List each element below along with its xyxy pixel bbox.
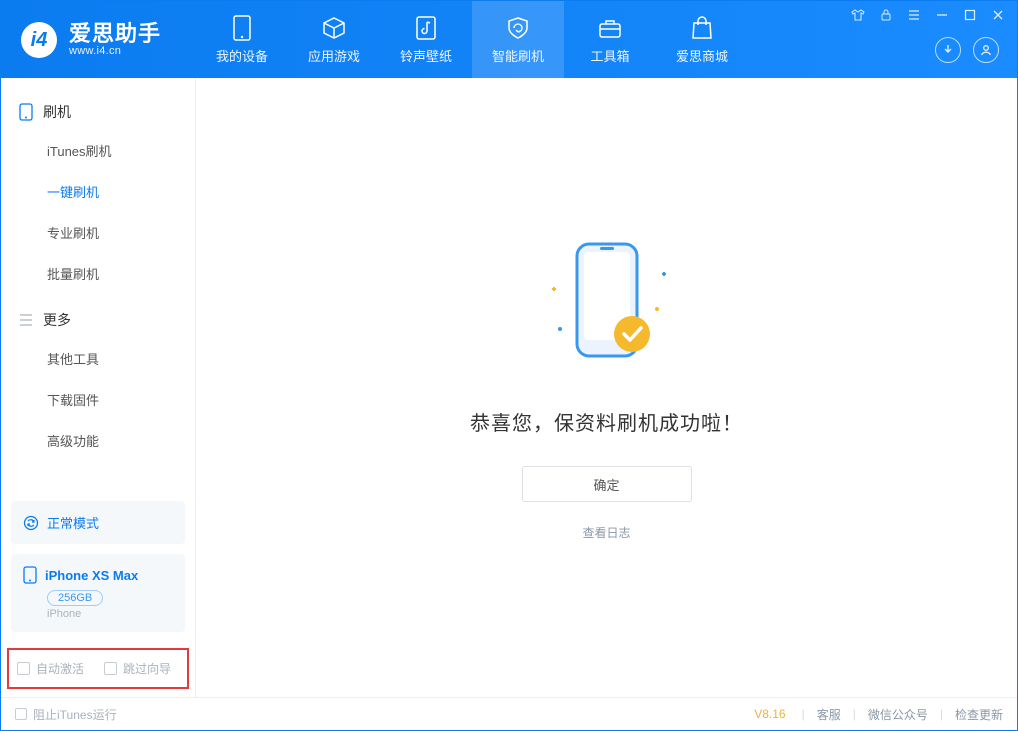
sidebar-item-download-firmware[interactable]: 下载固件 bbox=[1, 379, 195, 420]
sidebar-item-batch-flash[interactable]: 批量刷机 bbox=[1, 253, 195, 294]
sidebar-section-flash: 刷机 bbox=[1, 92, 195, 130]
nav-label: 铃声壁纸 bbox=[400, 46, 452, 65]
svg-text:i4: i4 bbox=[31, 29, 48, 51]
shirt-icon[interactable] bbox=[847, 6, 869, 24]
phone-icon bbox=[19, 103, 33, 121]
sidebar: 刷机 iTunes刷机 一键刷机 专业刷机 批量刷机 更多 其他工具 下载固件 … bbox=[1, 78, 196, 697]
sidebar-panels: 正常模式 iPhone XS Max 256GB iPhone bbox=[1, 491, 195, 642]
body: 刷机 iTunes刷机 一键刷机 专业刷机 批量刷机 更多 其他工具 下载固件 … bbox=[1, 78, 1017, 697]
view-log-link[interactable]: 查看日志 bbox=[582, 524, 630, 541]
sidebar-item-advanced[interactable]: 高级功能 bbox=[1, 420, 195, 461]
checkbox-label: 自动激活 bbox=[36, 660, 84, 677]
device-name: iPhone XS Max bbox=[45, 568, 138, 583]
shopping-bag-icon bbox=[691, 15, 713, 41]
sidebar-item-oneclick-flash[interactable]: 一键刷机 bbox=[1, 171, 195, 212]
checkbox-icon bbox=[15, 708, 27, 720]
sidebar-item-other-tools[interactable]: 其他工具 bbox=[1, 338, 195, 379]
list-icon bbox=[19, 314, 33, 326]
checkbox-auto-activate[interactable]: 自动激活 bbox=[17, 660, 84, 677]
app-url: www.i4.cn bbox=[69, 46, 161, 57]
header: i4 爱思助手 www.i4.cn 我的设备 应用游戏 bbox=[1, 1, 1017, 78]
user-controls bbox=[935, 25, 1009, 75]
support-link[interactable]: 客服 bbox=[817, 706, 841, 723]
sidebar-scroll[interactable]: 刷机 iTunes刷机 一键刷机 专业刷机 批量刷机 更多 其他工具 下载固件 … bbox=[1, 78, 195, 491]
cube-icon bbox=[321, 15, 347, 41]
nav-label: 爱思商城 bbox=[676, 46, 728, 65]
checkbox-icon bbox=[17, 662, 30, 675]
success-illustration bbox=[522, 234, 692, 379]
nav-label: 我的设备 bbox=[216, 46, 268, 65]
logo-icon: i4 bbox=[19, 20, 59, 60]
main-content: 恭喜您，保资料刷机成功啦！ 确定 查看日志 bbox=[196, 78, 1017, 697]
titlebar-controls bbox=[847, 1, 1009, 25]
download-button[interactable] bbox=[935, 37, 961, 63]
confirm-button[interactable]: 确定 bbox=[522, 466, 692, 502]
checkbox-label: 跳过向导 bbox=[123, 660, 171, 677]
sync-icon bbox=[23, 515, 39, 531]
header-right bbox=[847, 1, 1009, 75]
profile-button[interactable] bbox=[973, 37, 999, 63]
check-update-link[interactable]: 检查更新 bbox=[955, 706, 1003, 723]
nav-apps-games[interactable]: 应用游戏 bbox=[288, 1, 380, 78]
wechat-link[interactable]: 微信公众号 bbox=[868, 706, 928, 723]
checkbox-block-itunes[interactable]: 阻止iTunes运行 bbox=[15, 706, 117, 723]
app-name: 爱思助手 bbox=[69, 22, 161, 46]
result-title: 恭喜您，保资料刷机成功啦！ bbox=[470, 407, 743, 436]
app-window: i4 爱思助手 www.i4.cn 我的设备 应用游戏 bbox=[0, 0, 1018, 731]
music-icon bbox=[415, 15, 437, 41]
sidebar-section-more: 更多 bbox=[1, 300, 195, 338]
nav-smart-flash[interactable]: 智能刷机 bbox=[472, 1, 564, 78]
menu-icon[interactable] bbox=[903, 6, 925, 24]
nav-my-device[interactable]: 我的设备 bbox=[196, 1, 288, 78]
checkbox-label: 阻止iTunes运行 bbox=[33, 706, 117, 723]
sidebar-item-itunes-flash[interactable]: iTunes刷机 bbox=[1, 130, 195, 171]
phone-icon bbox=[23, 566, 37, 584]
lock-icon[interactable] bbox=[875, 6, 897, 24]
device-storage: 256GB bbox=[47, 590, 103, 606]
toolbox-icon bbox=[597, 15, 623, 41]
device-type: iPhone bbox=[47, 608, 173, 620]
section-title: 更多 bbox=[43, 310, 71, 330]
nav-label: 工具箱 bbox=[590, 46, 629, 65]
checkbox-skip-wizard[interactable]: 跳过向导 bbox=[104, 660, 171, 677]
sidebar-item-pro-flash[interactable]: 专业刷机 bbox=[1, 212, 195, 253]
nav-store[interactable]: 爱思商城 bbox=[656, 1, 748, 78]
checkbox-icon bbox=[104, 662, 117, 675]
device-icon bbox=[233, 15, 251, 41]
app-logo[interactable]: i4 爱思助手 www.i4.cn bbox=[1, 1, 196, 78]
device-panel[interactable]: iPhone XS Max 256GB iPhone bbox=[11, 554, 185, 632]
mode-panel[interactable]: 正常模式 bbox=[11, 501, 185, 544]
nav-toolbox[interactable]: 工具箱 bbox=[564, 1, 656, 78]
version-label: V8.16 bbox=[754, 707, 785, 721]
top-nav: 我的设备 应用游戏 铃声壁纸 智能刷机 bbox=[196, 1, 748, 78]
close-button[interactable] bbox=[987, 6, 1009, 24]
mode-label: 正常模式 bbox=[47, 513, 99, 532]
nav-label: 应用游戏 bbox=[308, 46, 360, 65]
section-title: 刷机 bbox=[43, 102, 71, 122]
nav-ringtone-wallpaper[interactable]: 铃声壁纸 bbox=[380, 1, 472, 78]
statusbar: 阻止iTunes运行 V8.16 | 客服 | 微信公众号 | 检查更新 bbox=[1, 697, 1017, 730]
nav-label: 智能刷机 bbox=[492, 46, 544, 65]
flash-options-highlighted: 自动激活 跳过向导 bbox=[7, 648, 189, 689]
minimize-button[interactable] bbox=[931, 6, 953, 24]
maximize-button[interactable] bbox=[959, 6, 981, 24]
refresh-shield-icon bbox=[505, 15, 531, 41]
